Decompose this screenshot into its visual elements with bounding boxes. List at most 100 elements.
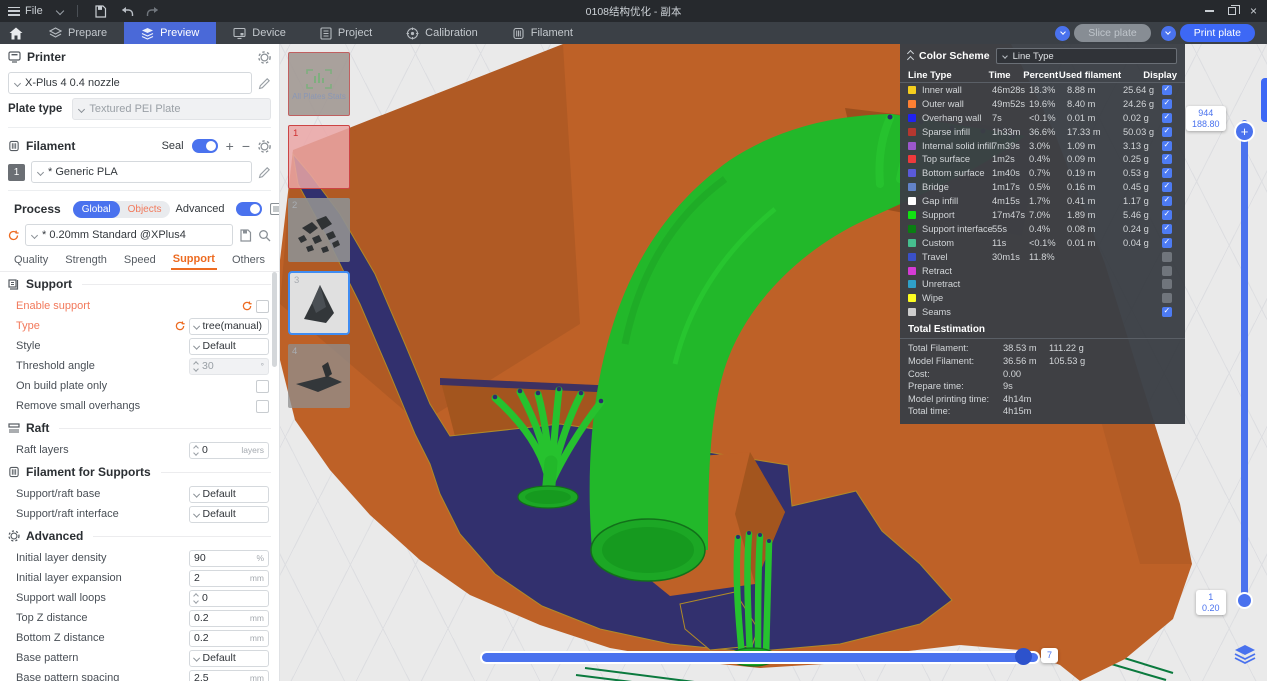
display-checkbox[interactable]	[1162, 224, 1172, 234]
spinner-arrows-icon[interactable]	[194, 362, 198, 371]
display-checkbox[interactable]	[1162, 99, 1172, 109]
seal-toggle[interactable]	[192, 139, 218, 153]
process-tab[interactable]: Others	[230, 251, 267, 269]
process-preset-select[interactable]: * 0.20mm Standard @XPlus4	[25, 224, 233, 246]
edit-filament-icon[interactable]	[258, 166, 271, 179]
reset-setting-icon[interactable]	[175, 321, 185, 331]
filament-settings-gear-icon[interactable]	[258, 140, 271, 153]
setting-input[interactable]: 0.2mm	[189, 610, 269, 627]
setting-input[interactable]: 2.5mm	[189, 670, 269, 681]
home-button[interactable]	[0, 22, 32, 44]
layer-slider-track[interactable]	[1241, 120, 1248, 606]
collapse-panel-icon[interactable]	[908, 51, 913, 62]
spinner-arrows-icon[interactable]	[194, 446, 198, 455]
display-checkbox[interactable]	[1162, 127, 1172, 137]
undo-button[interactable]	[118, 3, 136, 19]
setting-select[interactable]: Default	[189, 506, 269, 523]
display-checkbox[interactable]	[1162, 279, 1172, 289]
plate-thumb-1[interactable]: 1	[288, 125, 350, 189]
setting-spinner[interactable]: 0	[189, 590, 269, 607]
display-checkbox[interactable]	[1162, 238, 1172, 248]
filament-slot-badge[interactable]: 1	[8, 164, 25, 181]
advanced-toggle[interactable]	[236, 202, 262, 216]
setting-checkbox[interactable]	[256, 380, 269, 393]
setting-checkbox[interactable]	[256, 400, 269, 413]
close-button[interactable]: ×	[1250, 6, 1257, 16]
scope-global-button[interactable]: Global	[73, 201, 120, 218]
print-dropdown-button[interactable]	[1161, 26, 1176, 41]
edge-scroll-thumb[interactable]	[1261, 78, 1267, 122]
setting-input[interactable]: 0.2mm	[189, 630, 269, 647]
maximize-button[interactable]	[1228, 7, 1236, 15]
remove-filament-button[interactable]: −	[242, 140, 250, 152]
color-scheme-mode-select[interactable]: Line Type	[996, 48, 1177, 64]
edit-printer-icon[interactable]	[258, 77, 271, 90]
redo-button[interactable]	[144, 3, 162, 19]
setting-spinner[interactable]: 30°	[189, 358, 269, 375]
setting-select[interactable]: Default	[189, 338, 269, 355]
slice-plate-button[interactable]: Slice plate	[1074, 24, 1150, 42]
process-tab[interactable]: Support	[171, 250, 217, 270]
setting-select[interactable]: Default	[189, 650, 269, 667]
tab-calibration[interactable]: Calibration	[389, 22, 495, 44]
step-slider-track[interactable]	[482, 653, 1038, 662]
reset-setting-icon[interactable]	[242, 301, 252, 311]
spinner-arrows-icon[interactable]	[194, 594, 198, 603]
layer-slider-top-handle[interactable]: +	[1234, 121, 1255, 142]
display-checkbox[interactable]	[1162, 168, 1172, 178]
save-button[interactable]	[92, 3, 110, 19]
setting-input[interactable]: 2mm	[189, 570, 269, 587]
display-checkbox[interactable]	[1162, 266, 1172, 276]
tab-filament[interactable]: Filament	[495, 22, 590, 44]
display-checkbox[interactable]	[1162, 85, 1172, 95]
plate-thumb-4[interactable]: 4	[288, 344, 350, 408]
display-checkbox[interactable]	[1162, 141, 1172, 151]
process-scope-switch: Global Objects	[73, 201, 170, 218]
sidebar-scrollbar[interactable]	[272, 272, 277, 367]
display-checkbox[interactable]	[1162, 210, 1172, 220]
tab-project[interactable]: Project	[303, 22, 389, 44]
line-type-filament-g: 0.53 g	[1123, 168, 1157, 178]
layer-slider-bottom-handle[interactable]	[1236, 592, 1253, 609]
plate-type-select[interactable]: Textured PEI Plate	[72, 98, 271, 120]
plate-thumb-all-stats[interactable]: All Plates Stats	[288, 52, 350, 116]
display-checkbox[interactable]	[1162, 293, 1172, 303]
process-tab[interactable]: Speed	[122, 251, 158, 269]
reset-process-icon[interactable]	[8, 230, 19, 241]
file-menu-chevron-icon[interactable]	[55, 7, 63, 15]
display-checkbox[interactable]	[1162, 113, 1172, 123]
display-checkbox[interactable]	[1162, 307, 1172, 317]
tab-device[interactable]: Device	[216, 22, 303, 44]
save-preset-icon[interactable]	[239, 229, 252, 242]
layers-view-icon[interactable]	[1234, 644, 1256, 664]
file-menu[interactable]: File	[8, 5, 43, 17]
process-tab[interactable]: Strength	[63, 251, 109, 269]
setting-select[interactable]: tree(manual)	[189, 318, 269, 335]
preset-list-icon[interactable]	[270, 203, 280, 215]
add-filament-button[interactable]: +	[226, 140, 234, 152]
minimize-button[interactable]	[1205, 10, 1214, 12]
preview-3d-viewport[interactable]: All Plates Stats 1 2 3 4	[280, 44, 1267, 681]
plate-thumb-3-selected[interactable]: 3	[288, 271, 350, 335]
plate-thumb-2[interactable]: 2	[288, 198, 350, 262]
display-checkbox[interactable]	[1162, 182, 1172, 192]
display-checkbox[interactable]	[1162, 252, 1172, 262]
step-slider-handle[interactable]	[1015, 648, 1032, 665]
process-tab[interactable]: Quality	[12, 251, 50, 269]
setting-spinner[interactable]: 0layers	[189, 442, 269, 459]
printer-preset-select[interactable]: X-Plus 4 0.4 nozzle	[8, 72, 252, 94]
search-settings-icon[interactable]	[258, 229, 271, 242]
scope-objects-button[interactable]: Objects	[120, 204, 170, 215]
print-plate-button[interactable]: Print plate	[1180, 24, 1255, 42]
setting-row: Remove small overhangs	[0, 396, 279, 416]
tab-preview[interactable]: Preview	[124, 22, 216, 44]
setting-checkbox[interactable]	[256, 300, 269, 313]
filament-preset-select[interactable]: * Generic PLA	[31, 161, 252, 183]
slice-dropdown-button[interactable]	[1055, 26, 1070, 41]
setting-input[interactable]: 90%	[189, 550, 269, 567]
tab-prepare[interactable]: Prepare	[32, 22, 124, 44]
display-checkbox[interactable]	[1162, 154, 1172, 164]
printer-settings-gear-icon[interactable]	[258, 51, 271, 64]
setting-select[interactable]: Default	[189, 486, 269, 503]
display-checkbox[interactable]	[1162, 196, 1172, 206]
